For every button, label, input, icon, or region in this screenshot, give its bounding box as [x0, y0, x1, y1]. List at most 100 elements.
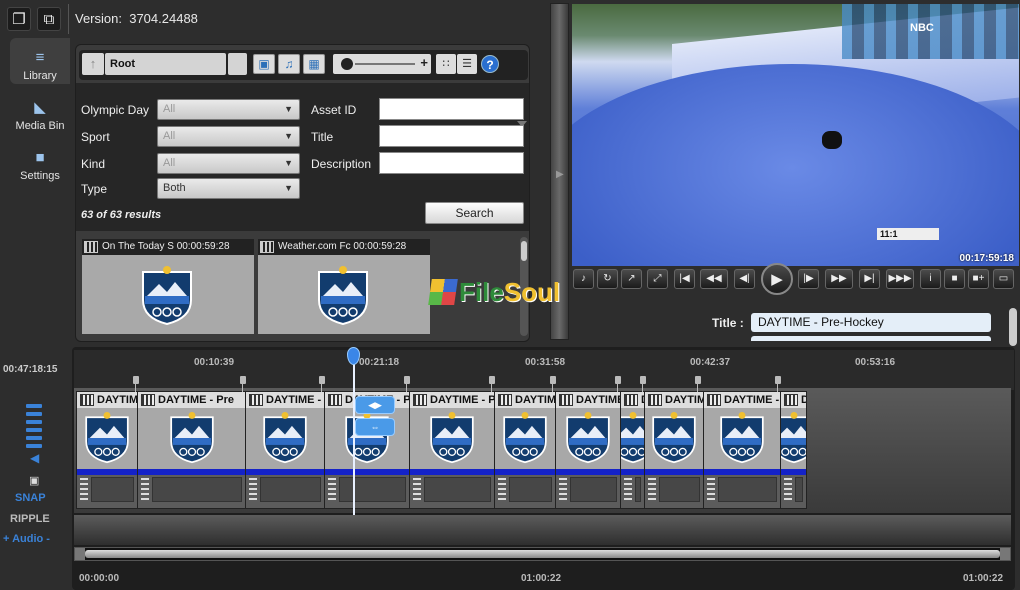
clip-marker[interactable] [640, 376, 646, 384]
play-icon[interactable]: ▶ [761, 263, 793, 295]
go-to-end-icon[interactable]: ▶| [859, 269, 880, 289]
audio-filter-icon[interactable]: ♫ [278, 54, 300, 74]
asset-thumbnail[interactable]: Weather.com Fc 00:00:59:28 [258, 239, 430, 334]
zoom-in-icon[interactable]: + [420, 55, 428, 70]
clip-marker[interactable] [319, 376, 325, 384]
volume-icon[interactable]: ♪ [573, 269, 594, 289]
description-field[interactable] [379, 152, 524, 174]
help-icon[interactable]: ? [481, 55, 499, 73]
ripple-toggle[interactable]: RIPPLE [10, 513, 50, 525]
screen-icon[interactable]: ▭ [993, 269, 1014, 289]
film-icon [648, 394, 662, 406]
fullscreen-icon[interactable]: ⤢ [647, 269, 668, 289]
timeline-clip[interactable]: DAYTIME - Pre [76, 391, 138, 509]
audio-track[interactable] [74, 515, 1011, 545]
timeline-clip[interactable]: DAYTIME - Pre [409, 391, 495, 509]
asset-title: On The Today S [102, 241, 174, 252]
app-window: ❐ ⧉ Version: 3704.24488 ≡ Library ◣ Medi… [0, 0, 1020, 590]
scroll-left-handle[interactable] [75, 548, 85, 560]
clip-waveform [152, 477, 242, 502]
chevron-right-icon[interactable]: ▶ [556, 169, 564, 180]
olympic-day-select[interactable]: All ▼ [157, 99, 300, 120]
clip-marker[interactable] [489, 376, 495, 384]
go-to-start-icon[interactable]: |◀ [674, 269, 695, 289]
grid-view-icon[interactable]: ∷ [436, 54, 456, 74]
image-filter-icon[interactable]: ▣ [253, 54, 275, 74]
loop-icon[interactable]: ↻ [597, 269, 618, 289]
metadata-field[interactable] [751, 336, 991, 341]
clip-marker[interactable] [695, 376, 701, 384]
timeline-clip[interactable]: DAYTIME - Pre [137, 391, 246, 509]
select-value: All [163, 103, 176, 115]
popout-icon[interactable]: ⧉ [37, 7, 61, 31]
video-filter-icon[interactable]: ▦ [303, 54, 325, 74]
add-comment-icon[interactable]: ■+ [968, 269, 989, 289]
ruler-tick-label: 00:42:37 [690, 357, 731, 368]
nav-item-library[interactable]: ≡ Library [10, 38, 70, 84]
olympic-badge-icon [652, 412, 696, 464]
audio-level-icon [328, 478, 336, 500]
split-icon[interactable]: ⇔ [355, 418, 395, 436]
fast-forward-icon[interactable]: ▶▶ [825, 269, 853, 289]
clip-marker[interactable] [240, 376, 246, 384]
type-select[interactable]: Both ▼ [157, 178, 300, 199]
header-divider [68, 4, 69, 34]
snap-toggle[interactable]: SNAP [15, 492, 46, 504]
timeline-clip[interactable]: DAYTIME - Pre [494, 391, 556, 509]
title-value-field[interactable]: DAYTIME - Pre-Hockey [751, 313, 991, 332]
film-icon [624, 394, 638, 406]
timeline-ruler[interactable] [74, 350, 1014, 390]
zoom-slider[interactable]: + [333, 54, 431, 74]
audio-toggle[interactable]: + Audio - [3, 533, 50, 545]
info-icon[interactable]: i [920, 269, 941, 289]
asset-duration: 00:00:59:28 [176, 241, 230, 252]
speaker-icon[interactable]: ◀ [30, 451, 39, 465]
step-forward-icon[interactable]: |▶ [798, 269, 819, 289]
nav-item-media-bin[interactable]: ◣ Media Bin [10, 88, 70, 134]
asset-thumbnail[interactable]: On The Today S 00:00:59:28 [82, 239, 254, 334]
up-arrow-icon[interactable]: ↑ [82, 53, 104, 75]
clip-marker[interactable] [615, 376, 621, 384]
speech-bubble-icon: ■ [35, 149, 45, 166]
lock-icon[interactable]: ▣ [29, 474, 39, 487]
comment-icon[interactable]: ■ [944, 269, 965, 289]
timeline-scrollbar[interactable] [74, 547, 1011, 561]
new-window-icon[interactable]: ❐ [7, 7, 31, 31]
scrollbar-thumb[interactable] [85, 550, 1000, 558]
timeline-clip[interactable]: DAYTIME - Pre [245, 391, 325, 509]
rewind-icon[interactable]: ◀◀ [700, 269, 728, 289]
breadcrumb[interactable]: Root [105, 53, 226, 75]
timeline-start-time: 00:00:00 [79, 573, 120, 584]
scrollbar-thumb[interactable] [521, 241, 527, 261]
metadata-scrollbar[interactable] [1009, 308, 1017, 346]
list-view-icon[interactable]: ☰ [457, 54, 477, 74]
zoom-slider-knob[interactable] [341, 58, 353, 70]
breadcrumb-dropdown[interactable] [228, 53, 247, 75]
timeline-clip[interactable]: DAYTIME - Pre [644, 391, 704, 509]
clip-marker[interactable] [404, 376, 410, 384]
clip-marker[interactable] [133, 376, 139, 384]
search-button[interactable]: Search [425, 202, 524, 224]
clip-header: DAYTIME - Pre [246, 392, 324, 408]
fast-forward-max-icon[interactable]: ▶▶▶ [886, 269, 914, 289]
timeline-clip[interactable]: DAYTIME - Pre [780, 391, 807, 509]
title-field[interactable] [379, 125, 524, 147]
kind-select[interactable]: All ▼ [157, 153, 300, 174]
nav-item-settings[interactable]: ■ Settings [10, 138, 70, 184]
expand-icon[interactable]: ↗ [621, 269, 642, 289]
trim-icon[interactable]: ◀▶ [355, 396, 395, 414]
asset-id-field[interactable] [379, 98, 524, 120]
clip-marker[interactable] [775, 376, 781, 384]
timeline-clip[interactable]: DAYTIME - Pre [555, 391, 621, 509]
volume-meter[interactable] [26, 404, 42, 452]
sport-select[interactable]: All ▼ [157, 126, 300, 147]
timeline-clip[interactable]: DAYTIME - Pre [620, 391, 645, 509]
audio-level-icon [559, 478, 567, 500]
scroll-right-handle[interactable] [1000, 548, 1010, 560]
step-back-icon[interactable]: ◀| [734, 269, 755, 289]
clip-title: DAYTIME - Pre [576, 394, 621, 406]
watermark: FileSoul [428, 277, 560, 307]
video-preview[interactable]: NBC 11:1 00:17:59:18 [572, 4, 1019, 266]
clip-marker[interactable] [550, 376, 556, 384]
timeline-clip[interactable]: DAYTIME - Pre [703, 391, 781, 509]
